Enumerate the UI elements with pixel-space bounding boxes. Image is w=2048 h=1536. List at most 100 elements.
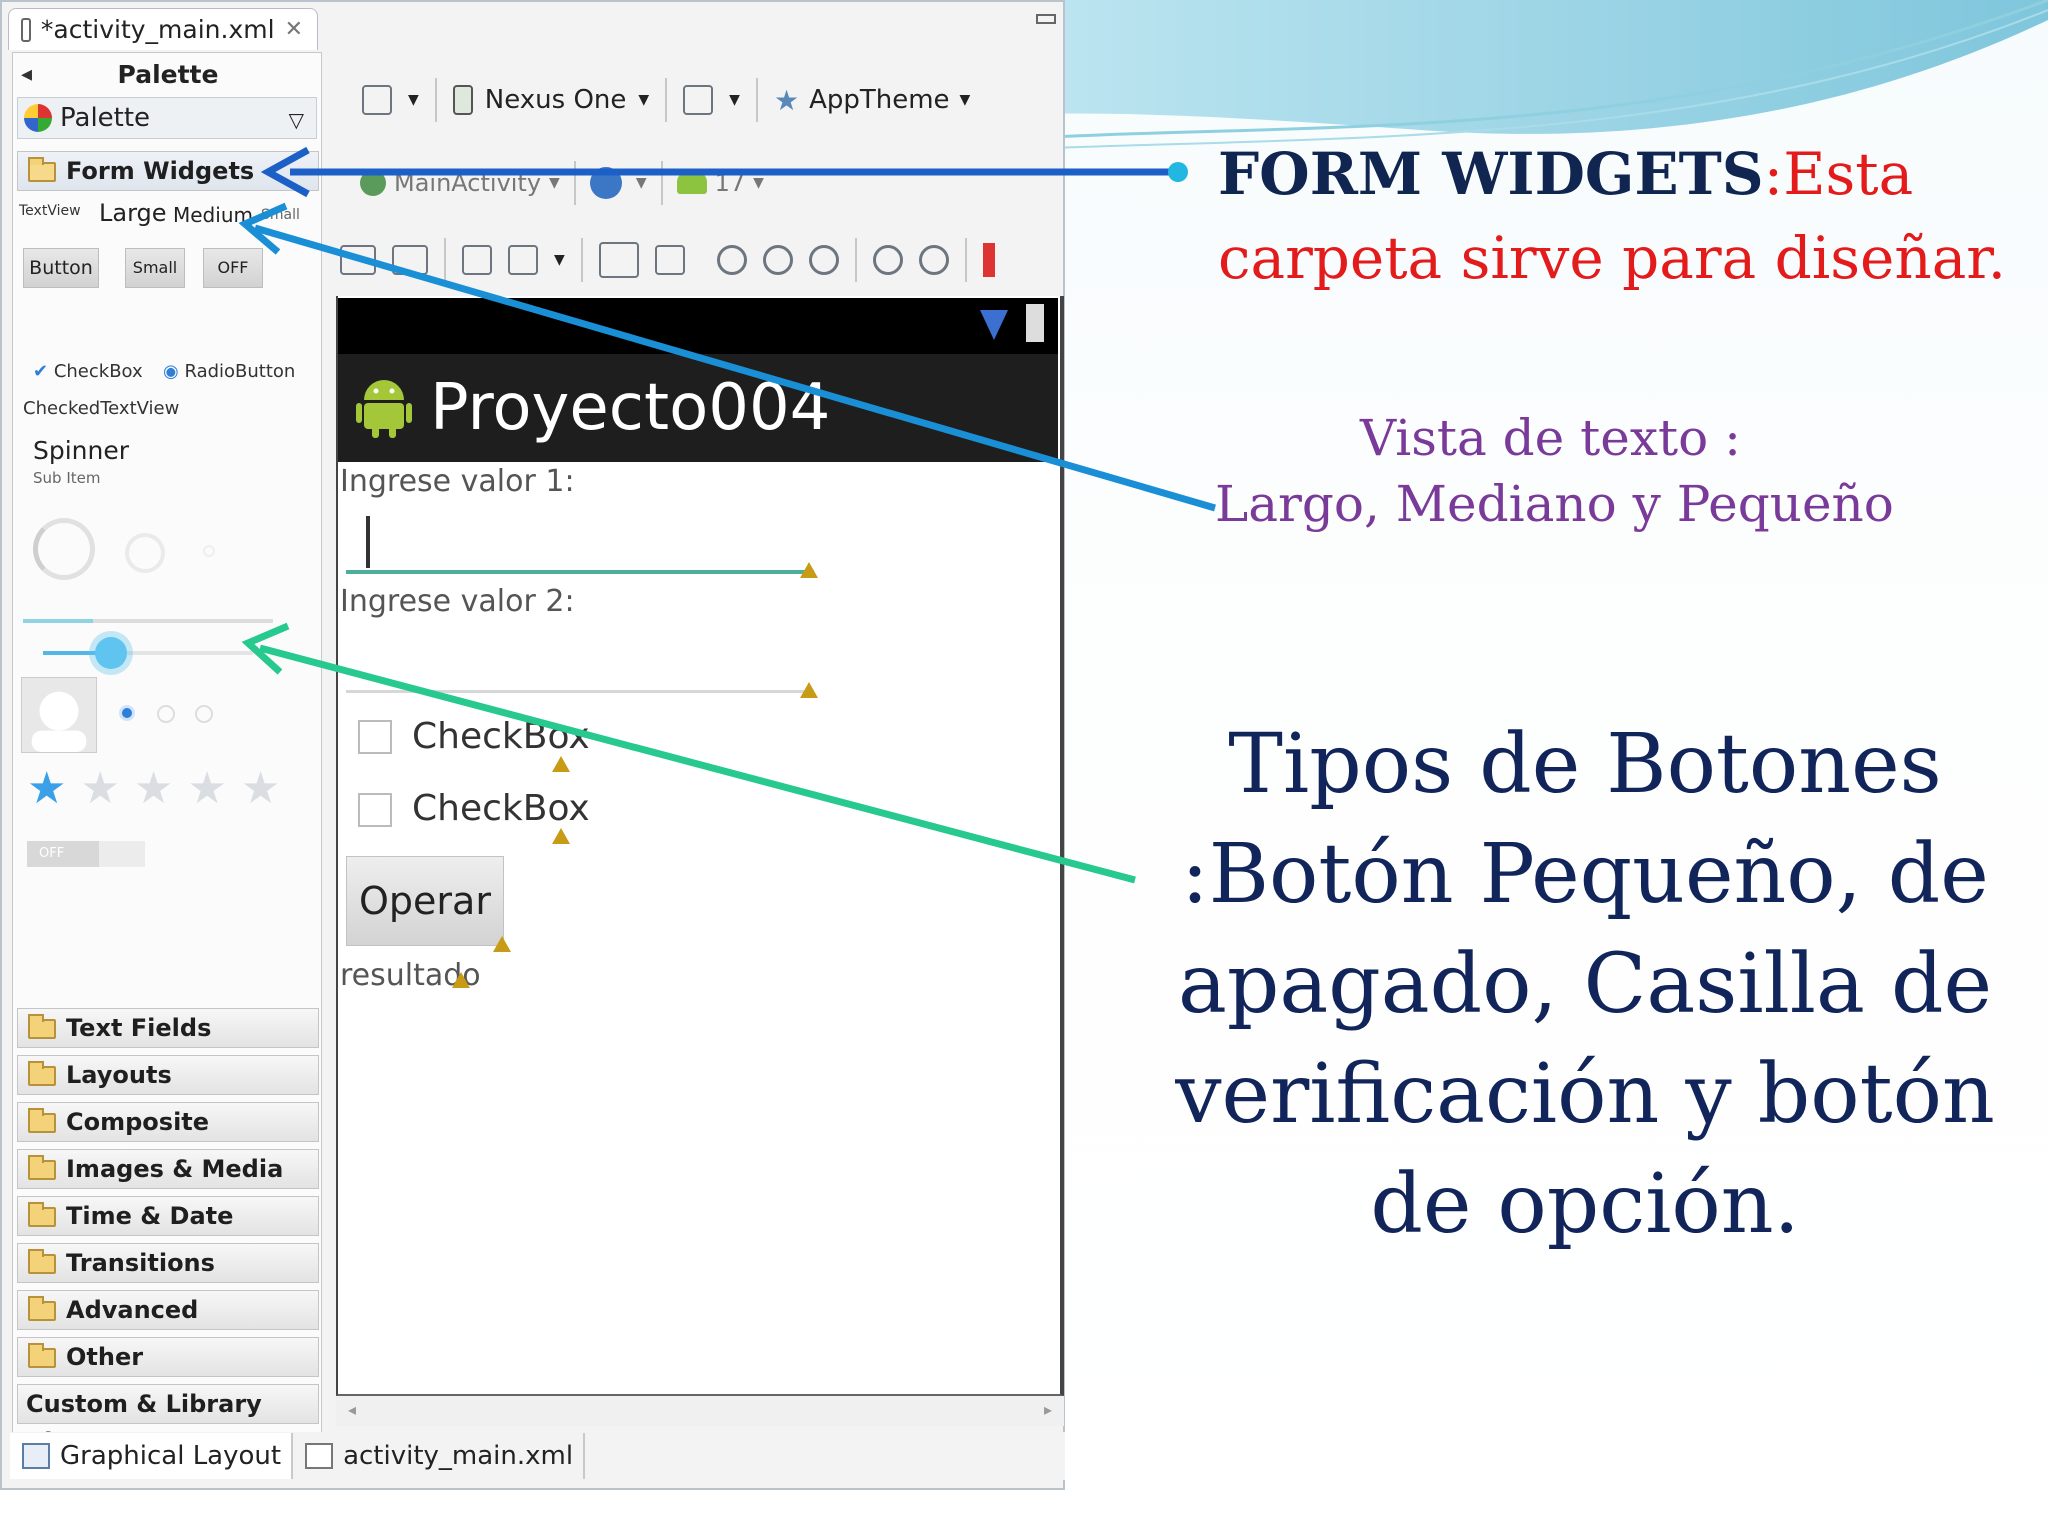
phone-icon <box>452 85 473 115</box>
category-label: Time & Date <box>66 1202 234 1230</box>
category-text-fields[interactable]: Text Fields <box>17 1008 319 1048</box>
tab-label: activity_main.xml <box>343 1441 574 1471</box>
quick-contact-badge[interactable] <box>21 677 97 753</box>
category-composite[interactable]: Composite <box>17 1102 319 1142</box>
category-images-media[interactable]: Images & Media <box>17 1149 319 1189</box>
category-layouts[interactable]: Layouts <box>17 1055 319 1095</box>
category-label: Images & Media <box>66 1155 284 1183</box>
scroll-right-icon[interactable]: ▸ <box>1044 1400 1052 1419</box>
progress-medium-icon[interactable] <box>125 533 165 573</box>
editor-tab[interactable]: *activity_main.xml ✕ <box>8 8 318 50</box>
minimize-icon[interactable] <box>1036 14 1056 24</box>
annotation-form-widgets: FORM WIDGETS:Esta carpeta sirve para dis… <box>1218 132 2018 300</box>
widget-radiobutton[interactable]: ◉ RadioButton <box>163 361 295 382</box>
tab-xml-source[interactable]: activity_main.xml <box>293 1433 586 1479</box>
caret-down-icon[interactable]: ▼ <box>636 175 647 191</box>
star-filled-icon[interactable]: ★ <box>27 767 66 811</box>
palette-dropdown[interactable]: Palette ▽ <box>17 97 317 139</box>
separator <box>665 78 668 122</box>
caret-down-icon: ▼ <box>959 92 971 108</box>
close-icon[interactable]: ✕ <box>285 17 303 42</box>
text-cursor <box>366 516 370 568</box>
star-empty-icon[interactable]: ★ <box>187 767 226 811</box>
fit-width-icon[interactable] <box>340 245 376 275</box>
category-advanced[interactable]: Advanced <box>17 1290 319 1330</box>
edit-text-2[interactable] <box>346 690 814 693</box>
widget-textview-large[interactable]: Large <box>99 199 167 227</box>
status-bar <box>338 298 1058 354</box>
checkbox-1[interactable] <box>358 720 392 754</box>
annotation-textview-line1: Vista de texto : <box>1360 409 1741 467</box>
fit-height-icon[interactable] <box>392 245 428 275</box>
widget-spinner[interactable]: Spinner <box>33 436 129 465</box>
horizontal-scrollbar[interactable]: ◂ ▸ <box>336 1396 1064 1426</box>
activity-selector[interactable]: MainActivity ▼ <box>360 169 560 197</box>
seekbar[interactable] <box>43 637 253 669</box>
category-label: Advanced <box>66 1296 199 1324</box>
zoom-out-icon[interactable] <box>716 245 747 275</box>
stop-icon[interactable] <box>982 243 995 277</box>
theme-selector[interactable]: ★ AppTheme ▼ <box>774 84 970 117</box>
widget-checkbox[interactable]: ✔ CheckBox <box>33 361 143 382</box>
category-transitions[interactable]: Transitions <box>17 1243 319 1283</box>
widget-textview-medium[interactable]: Medium <box>173 203 253 227</box>
star-empty-icon[interactable]: ★ <box>241 767 280 811</box>
clip-icon[interactable] <box>654 245 685 275</box>
switch-widget[interactable]: OFF <box>27 841 145 867</box>
star-empty-icon[interactable]: ★ <box>80 767 119 811</box>
app-title: Proyecto004 <box>430 371 831 445</box>
edit-text-1[interactable] <box>346 570 814 574</box>
operar-button[interactable]: Operar <box>346 856 504 946</box>
annotation-textview: Vista de texto : Largo, Mediano y Pequeñ… <box>1215 405 2015 537</box>
progress-small-icon[interactable] <box>203 545 215 557</box>
zoom-real-size-icon[interactable] <box>762 245 793 275</box>
scroll-left-icon[interactable]: ◂ <box>348 1400 356 1419</box>
category-custom-library-views[interactable]: Custom & Library Views <box>17 1384 319 1456</box>
chevron-down-icon: ▽ <box>288 108 304 132</box>
caret-down-icon: ▼ <box>753 175 764 191</box>
warning-icon <box>800 682 818 698</box>
star-empty-icon[interactable]: ★ <box>134 767 173 811</box>
radio-group-item-selected[interactable] <box>119 705 135 721</box>
separator <box>580 238 583 282</box>
widget-button[interactable]: Button <box>23 248 99 288</box>
avatar-icon <box>31 691 87 752</box>
widget-textview-small[interactable]: Small <box>261 207 300 223</box>
category-label: Form Widgets <box>66 157 255 185</box>
radio-icon: ◉ <box>163 361 179 382</box>
widget-toggle-button[interactable]: OFF <box>203 248 263 288</box>
checkbox-2[interactable] <box>358 793 392 827</box>
separator <box>660 161 663 205</box>
category-other[interactable]: Other <box>17 1337 319 1377</box>
annotation-buttons: Tipos de Botones :Botón Pequeño, de apag… <box>1175 717 1995 1252</box>
zoom-plus-icon[interactable] <box>918 245 949 275</box>
separator <box>444 238 446 282</box>
caret-down-icon[interactable]: ▼ <box>408 92 419 108</box>
caret-down-icon[interactable]: ▼ <box>554 252 565 268</box>
progress-large-icon[interactable] <box>33 518 95 580</box>
folder-icon <box>28 1249 56 1274</box>
layout-toolbar: ▼ Nexus One ▼ ▼ ★ AppTheme ▼ <box>330 64 1060 136</box>
zoom-100-icon[interactable] <box>808 245 839 275</box>
zoom-minus-icon[interactable] <box>872 245 903 275</box>
layout-icon[interactable] <box>462 245 492 275</box>
device-selector[interactable]: Nexus One ▼ <box>452 85 649 115</box>
category-time-date[interactable]: Time & Date <box>17 1196 319 1236</box>
widget-small-button[interactable]: Small <box>125 248 185 288</box>
config-icon[interactable] <box>362 85 392 115</box>
radio-group-item[interactable] <box>157 705 175 723</box>
rotate-icon[interactable] <box>683 85 714 115</box>
progress-bar-horizontal[interactable] <box>23 619 273 623</box>
app-action-bar: Proyecto004 <box>338 354 1058 462</box>
widget-checked-textview[interactable]: CheckedTextView <box>23 398 179 419</box>
globe-icon[interactable] <box>589 167 622 199</box>
rating-bar[interactable]: ★ ★ ★ ★ ★ <box>27 767 327 811</box>
api-selector[interactable]: 17 ▼ <box>676 169 764 197</box>
star-icon: ★ <box>773 83 800 117</box>
radio-group-item[interactable] <box>195 705 213 723</box>
tab-graphical-layout[interactable]: Graphical Layout <box>10 1433 294 1479</box>
category-form-widgets[interactable]: Form Widgets <box>17 151 319 191</box>
emulate-icon[interactable] <box>598 242 639 278</box>
caret-down-icon[interactable]: ▼ <box>729 92 740 108</box>
resize-icon[interactable] <box>508 245 538 275</box>
